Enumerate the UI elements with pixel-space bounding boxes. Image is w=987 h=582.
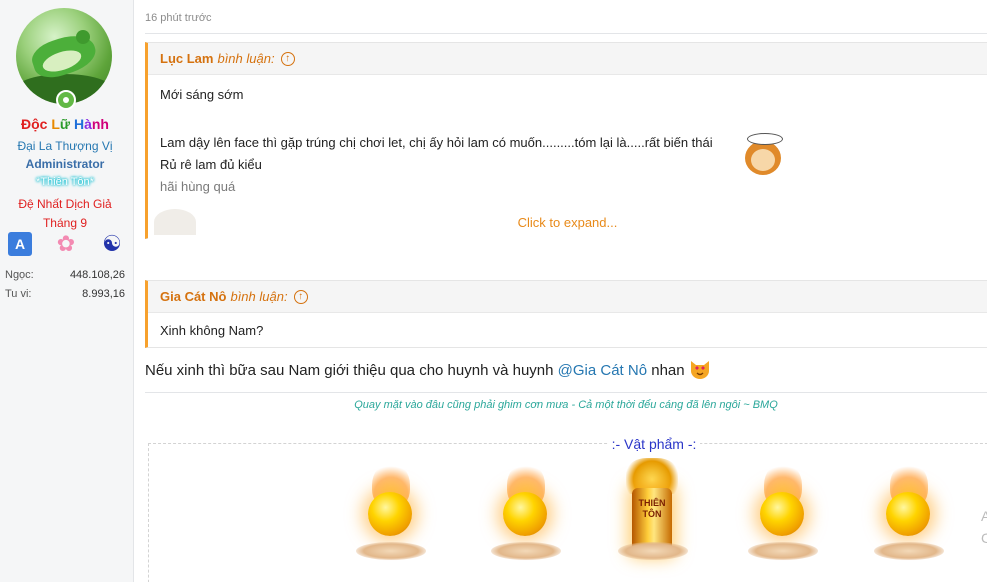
items-box — [148, 443, 987, 582]
quote-action: bình luận: — [230, 289, 288, 304]
user-medal: Đệ Nhất Dịch Giả Tháng 9 — [18, 197, 112, 230]
quote-author[interactable]: Lục Lam — [160, 51, 213, 66]
user-title-badge: *Thiên Tôn* — [36, 176, 94, 188]
item-thien-ton-pillar[interactable]: THIÊN TÔN — [616, 458, 690, 574]
quote-body: Xinh không Nam? — [148, 313, 987, 347]
click-to-expand-link[interactable]: Click to expand... — [148, 215, 987, 230]
heart-eyes-cat-icon — [690, 361, 709, 379]
stat-row-ngoc: Ngọc: 448.108,26 — [5, 269, 125, 281]
items-title: :- Vật phẩm -: — [134, 436, 987, 452]
translate-icon[interactable]: A — [8, 232, 32, 256]
post-time[interactable]: 16 phút trước — [145, 12, 212, 24]
quote-line: hãi hùng quá — [160, 179, 236, 194]
item-golden-orb[interactable] — [872, 458, 946, 574]
user-stats: Ngọc: 448.108,26 Tu vi: 8.993,16 — [5, 266, 125, 304]
signature-divider — [145, 392, 987, 393]
quote-header: Lục Lam bình luận: ↑ — [148, 43, 987, 75]
quote-action: bình luận: — [217, 51, 275, 66]
item-golden-orb[interactable] — [746, 458, 820, 574]
quote-header: Gia Cát Nô bình luận: ↑ — [148, 281, 987, 313]
truncated-text: C — [981, 530, 987, 546]
quote-line: Lam dậy lên face thì gặp trúng chị chơi … — [160, 135, 713, 150]
jump-to-quote-icon[interactable]: ↑ — [293, 289, 308, 304]
jump-to-quote-icon[interactable]: ↑ — [280, 51, 295, 66]
stat-row-tu-vi: Tu vi: 8.993,16 — [5, 288, 125, 300]
quote-block: Lục Lam bình luận: ↑ Mới sáng sớm Lam dậ… — [145, 42, 987, 239]
user-sidebar: Độc Lữ Hành Đại La Thượng Vị Administrat… — [0, 0, 134, 582]
item-golden-orb[interactable] — [354, 458, 428, 574]
pillar-label: THIÊN TÔN — [638, 498, 666, 519]
post-main: 16 phút trước Lục Lam bình luận: ↑ Mới s… — [134, 0, 987, 582]
user-award-icons: A ✿ ☯ — [8, 231, 124, 256]
user-rank: Đại La Thượng Vị — [17, 139, 113, 153]
signature-text: Quay mặt vào đâu cũng phải ghim cơn mưa … — [354, 399, 778, 411]
sakura-icon[interactable]: ✿ — [54, 231, 78, 256]
item-golden-orb[interactable] — [489, 458, 563, 574]
truncated-text: A — [981, 508, 987, 524]
yin-yang-icon[interactable]: ☯ — [100, 231, 124, 256]
quote-block: Gia Cát Nô bình luận: ↑ Xinh không Nam? — [145, 280, 987, 348]
post-reply-text: Nếu xinh thì bữa sau Nam giới thiệu qua … — [145, 359, 711, 379]
user-mention-link[interactable]: @Gia Cát Nô — [558, 362, 647, 379]
quote-line: Xinh không Nam? — [160, 323, 264, 338]
user-role: Administrator — [25, 157, 105, 171]
monkey-emoji-icon — [741, 131, 785, 179]
quote-line: Rủ rê lam đủ kiểu — [160, 157, 262, 172]
quote-author[interactable]: Gia Cát Nô — [160, 289, 226, 304]
quote-line: Mới sáng sớm — [160, 87, 244, 102]
online-status-icon — [56, 90, 76, 110]
username[interactable]: Độc Lữ Hành — [0, 116, 130, 132]
divider — [145, 33, 987, 34]
